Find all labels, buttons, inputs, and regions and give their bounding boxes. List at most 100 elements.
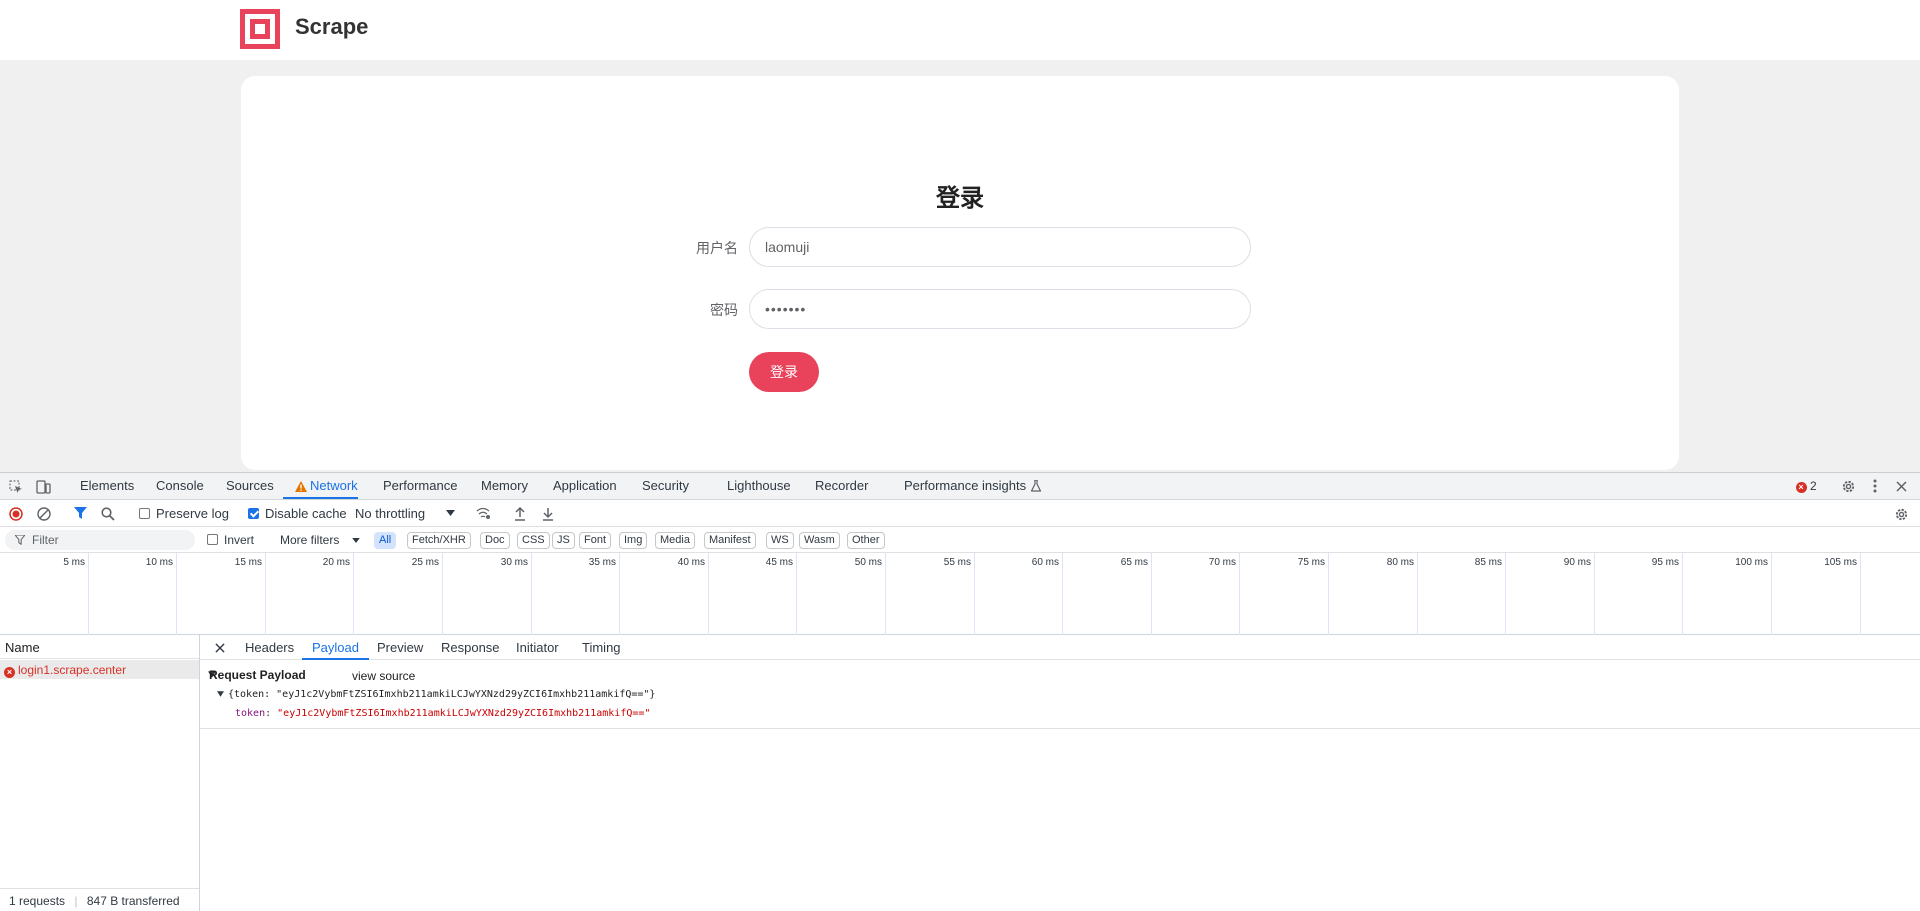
login-title: 登录 — [936, 185, 984, 212]
type-filter-fetch-xhr[interactable]: Fetch/XHR — [407, 532, 471, 549]
search-icon[interactable] — [100, 506, 115, 521]
timeline-tick-label: 105 ms — [1824, 557, 1857, 568]
tab-payload[interactable]: Payload — [312, 640, 359, 655]
timeline-tick-label: 25 ms — [411, 557, 439, 568]
detail-tab-bar: Headers Payload Preview Response Initiat… — [200, 635, 1920, 660]
type-filter-font[interactable]: Font — [579, 532, 612, 549]
more-options-icon[interactable] — [1867, 478, 1883, 494]
timeline-tick-label: 60 ms — [1031, 557, 1059, 568]
tab-sources[interactable]: Sources — [226, 478, 274, 493]
timeline-tick-label: 55 ms — [943, 557, 971, 568]
timeline-tick-label: 85 ms — [1474, 557, 1502, 568]
token-key: token — [235, 708, 266, 719]
network-status-bar: 1 requests | 847 B transferred — [0, 888, 199, 911]
invert-checkbox[interactable] — [207, 534, 218, 545]
tab-security[interactable]: Security — [642, 478, 689, 493]
tab-performance-insights[interactable]: Performance insights — [904, 478, 1026, 493]
request-name: login1.scrape.center — [18, 663, 127, 677]
type-filter-wasm[interactable]: Wasm — [799, 532, 840, 549]
timeline-tick-label: 30 ms — [500, 557, 528, 568]
error-count[interactable]: 2 — [1810, 479, 1817, 493]
devtools-tab-bar: Elements Console Sources Network Perform… — [0, 473, 1920, 500]
tab-network[interactable]: Network — [310, 478, 358, 493]
invert-label[interactable]: Invert — [224, 533, 254, 547]
network-timeline-overview[interactable]: 5 ms 10 ms 15 ms 20 ms 25 ms 30 ms 35 ms 40 ms 4… — [0, 553, 1920, 635]
payload-summary[interactable]: {token: "eyJ1c2VybmFtZSI6Imxhb211amkiLCJ… — [228, 689, 655, 700]
warning-icon — [294, 479, 308, 493]
request-payload-title[interactable]: Request Payload — [209, 668, 306, 682]
export-har-icon[interactable] — [540, 506, 555, 521]
settings-gear-icon[interactable] — [1840, 478, 1856, 494]
inspect-element-icon[interactable] — [8, 479, 24, 495]
clear-icon[interactable] — [36, 506, 51, 521]
timeline-gridline — [0, 553, 1772, 635]
preserve-log-label[interactable]: Preserve log — [156, 506, 229, 521]
tab-response[interactable]: Response — [441, 640, 500, 655]
devtools-panel: Elements Console Sources Network Perform… — [0, 472, 1920, 911]
error-icon[interactable]: × — [1794, 481, 1808, 493]
tab-elements[interactable]: Elements — [80, 478, 134, 493]
type-filter-other[interactable]: Other — [847, 532, 885, 549]
timeline-tick-label: 80 ms — [1386, 557, 1414, 568]
timeline-tick-label: 95 ms — [1651, 557, 1679, 568]
network-filter-bar: Filter Invert More filters All Fetch/XHR… — [0, 527, 1920, 553]
username-input[interactable]: laomuji — [749, 227, 1251, 267]
record-stop-icon[interactable] — [8, 506, 23, 521]
chevron-down-icon[interactable] — [444, 507, 456, 519]
preserve-log-checkbox[interactable] — [139, 508, 150, 519]
network-toolbar: Preserve log Disable cache No throttling — [0, 500, 1920, 527]
close-devtools-icon[interactable] — [1893, 478, 1909, 494]
type-filter-manifest[interactable]: Manifest — [704, 532, 756, 549]
username-label: 用户名 — [696, 240, 738, 256]
name-column-header[interactable]: Name — [0, 635, 199, 659]
throttling-select[interactable]: No throttling — [355, 506, 425, 521]
token-entry[interactable]: token: "eyJ1c2VybmFtZSI6Imxhb211amkiLCJw… — [235, 708, 650, 719]
timeline-tick-label: 50 ms — [854, 557, 882, 568]
device-toolbar-icon[interactable] — [35, 479, 51, 495]
login-button[interactable]: 登录 — [749, 352, 819, 392]
type-filter-all[interactable]: All — [374, 532, 397, 549]
tab-preview[interactable]: Preview — [377, 640, 423, 655]
detail-active-tab-indicator — [302, 658, 369, 660]
tab-memory[interactable]: Memory — [481, 478, 528, 493]
network-settings-gear-icon[interactable] — [1893, 506, 1909, 522]
filter-icon[interactable] — [73, 506, 88, 521]
type-filter-ws[interactable]: WS — [766, 532, 794, 549]
timeline-tick-label: 75 ms — [1297, 557, 1325, 568]
type-filter-css[interactable]: CSS — [517, 532, 550, 549]
scrape-logo-icon[interactable] — [240, 9, 280, 49]
type-filter-media[interactable]: Media — [655, 532, 695, 549]
tab-headers[interactable]: Headers — [245, 640, 294, 655]
tab-lighthouse[interactable]: Lighthouse — [727, 478, 791, 493]
view-source-link[interactable]: view source — [352, 669, 415, 683]
tab-performance[interactable]: Performance — [383, 478, 457, 493]
flask-icon — [1030, 479, 1042, 493]
tab-application[interactable]: Application — [553, 478, 617, 493]
type-filter-img[interactable]: Img — [619, 532, 648, 549]
tab-console[interactable]: Console — [156, 478, 204, 493]
timeline-tick-label: 15 ms — [234, 557, 262, 568]
tab-recorder[interactable]: Recorder — [815, 478, 868, 493]
filter-input[interactable]: Filter — [5, 530, 195, 550]
timeline-tick-label: 10 ms — [145, 557, 173, 568]
tab-initiator[interactable]: Initiator — [516, 640, 559, 655]
timeline-tick-label: 90 ms — [1563, 557, 1591, 568]
more-filters-chevron-icon[interactable] — [351, 535, 361, 545]
brand-name[interactable]: Scrape — [295, 14, 368, 40]
import-har-icon[interactable] — [512, 506, 527, 521]
type-filter-js[interactable]: JS — [552, 532, 575, 549]
password-input[interactable]: ••••••• — [749, 289, 1251, 329]
tab-timing[interactable]: Timing — [582, 640, 621, 655]
network-conditions-icon[interactable] — [475, 506, 491, 521]
object-expand-icon[interactable] — [216, 690, 224, 698]
request-row[interactable]: × login1.scrape.center — [0, 660, 199, 679]
disable-cache-checkbox[interactable] — [248, 508, 259, 519]
request-count: 1 requests — [9, 894, 66, 908]
type-filter-doc[interactable]: Doc — [480, 532, 510, 549]
close-detail-icon[interactable] — [213, 641, 227, 655]
timeline-tick-label: 70 ms — [1208, 557, 1236, 568]
timeline-tick-label: 40 ms — [677, 557, 705, 568]
more-filters-dropdown[interactable]: More filters — [280, 533, 339, 547]
password-label: 密码 — [710, 302, 738, 318]
disable-cache-label[interactable]: Disable cache — [265, 506, 347, 521]
